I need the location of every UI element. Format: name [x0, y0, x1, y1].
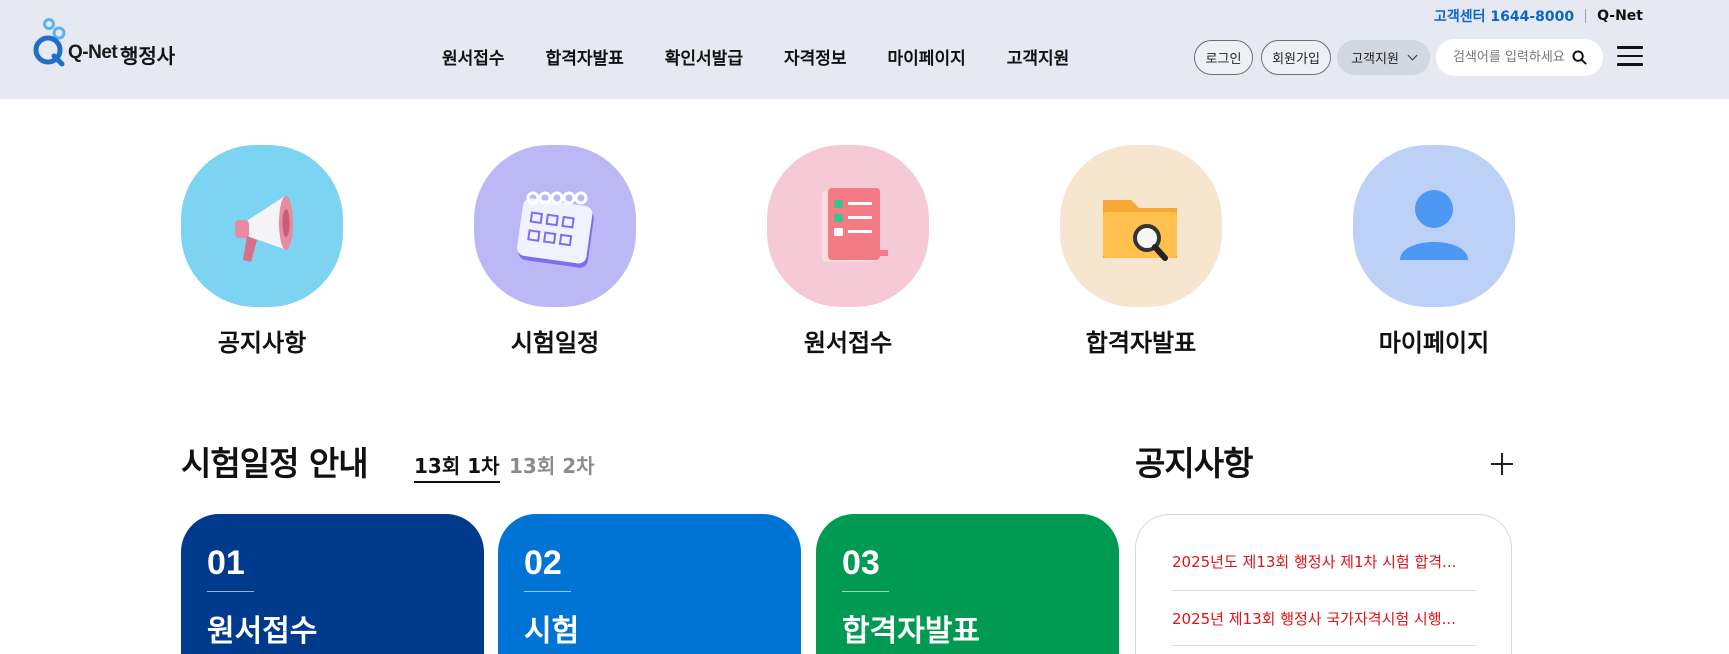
- notice-list: 2025년도 제13회 행정사 제1차 시험 합격... 2025년 제13회 …: [1135, 514, 1512, 654]
- logo-text: Q-Net: [68, 42, 118, 63]
- divider: [207, 591, 254, 592]
- tab-round-2[interactable]: 13회 2차: [509, 450, 595, 479]
- folder-search-icon: [1060, 145, 1222, 307]
- divider: [524, 591, 571, 592]
- nav-item-application[interactable]: 원서접수: [442, 44, 505, 69]
- nav-item-certificate[interactable]: 확인서발급: [665, 44, 743, 69]
- user-icon: [1353, 145, 1515, 307]
- tab-round-1[interactable]: 13회 1차: [414, 450, 500, 483]
- notice-title: 공지사항: [1135, 444, 1253, 483]
- search-box: [1436, 39, 1603, 76]
- search-input[interactable]: [1453, 50, 1565, 65]
- calendar-icon: [474, 145, 636, 307]
- checklist-icon: [767, 145, 929, 307]
- customer-center-phone[interactable]: 고객센터 1644-8000: [1434, 6, 1574, 26]
- join-button[interactable]: 회원가입: [1261, 40, 1331, 75]
- hamburger-menu-icon[interactable]: [1617, 46, 1643, 66]
- schedule-step-results[interactable]: 03 합격자발표: [816, 514, 1119, 654]
- quick-item-application[interactable]: 원서접수: [767, 145, 929, 358]
- notice-item[interactable]: 2025년도 제13회 행정사 제1차 시험 합격...: [1172, 551, 1476, 572]
- divider: [842, 591, 889, 592]
- top-links: 고객센터 1644-8000 Q-Net: [1434, 6, 1643, 26]
- site-header: 고객센터 1644-8000 Q-Net Q-Net 행정사 원서접수 합격자발…: [0, 0, 1729, 99]
- divider: [1172, 645, 1476, 646]
- step-label: 시험: [524, 614, 580, 649]
- login-button[interactable]: 로그인: [1194, 40, 1253, 75]
- quick-item-mypage[interactable]: 마이페이지: [1353, 145, 1515, 358]
- schedule-step-exam[interactable]: 02 시험: [498, 514, 801, 654]
- quick-item-label: 공지사항: [217, 329, 307, 357]
- quick-item-schedule[interactable]: 시험일정: [474, 145, 636, 358]
- schedule-step-application[interactable]: 01 원서접수: [181, 514, 484, 654]
- quick-item-notice[interactable]: 공지사항: [181, 145, 343, 358]
- step-label: 합격자발표: [842, 614, 980, 649]
- notice-item[interactable]: 2025년 제13회 행정사 국가자격시험 시행...: [1172, 608, 1476, 629]
- qnet-link[interactable]: Q-Net: [1597, 8, 1643, 24]
- quick-item-results[interactable]: 합격자발표: [1060, 145, 1222, 358]
- service-name: 행정사: [120, 44, 176, 68]
- divider: [1585, 9, 1587, 23]
- nav-item-results[interactable]: 합격자발표: [546, 44, 624, 69]
- main-nav: 원서접수 합격자발표 확인서발급 자격정보 마이페이지 고객지원: [442, 44, 1110, 69]
- nav-item-mypage[interactable]: 마이페이지: [888, 44, 966, 69]
- quick-item-label: 합격자발표: [1085, 329, 1197, 357]
- quick-menu: 공지사항 시험일정 원서접수 합격자발표 마이페이지: [181, 145, 1515, 365]
- support-dropdown[interactable]: 고객지원: [1337, 40, 1430, 75]
- site-logo[interactable]: Q-Net 행정사: [32, 18, 182, 76]
- nav-item-qualification-info[interactable]: 자격정보: [784, 44, 847, 69]
- megaphone-icon: [181, 145, 343, 307]
- quick-item-label: 시험일정: [510, 329, 600, 357]
- step-number: 03: [842, 544, 880, 582]
- support-dropdown-label: 고객지원: [1351, 52, 1399, 67]
- qnet-logo-icon: [33, 18, 66, 67]
- quick-item-label: 원서접수: [803, 329, 893, 357]
- step-number: 01: [207, 544, 245, 582]
- search-icon[interactable]: [1572, 50, 1587, 65]
- nav-item-support[interactable]: 고객지원: [1007, 44, 1070, 69]
- schedule-title: 시험일정 안내: [181, 444, 369, 483]
- chevron-down-icon: [1407, 50, 1418, 61]
- plus-icon[interactable]: [1491, 453, 1513, 475]
- step-number: 02: [524, 544, 562, 582]
- divider: [1172, 590, 1476, 591]
- quick-item-label: 마이페이지: [1378, 329, 1490, 357]
- step-label: 원서접수: [207, 614, 318, 649]
